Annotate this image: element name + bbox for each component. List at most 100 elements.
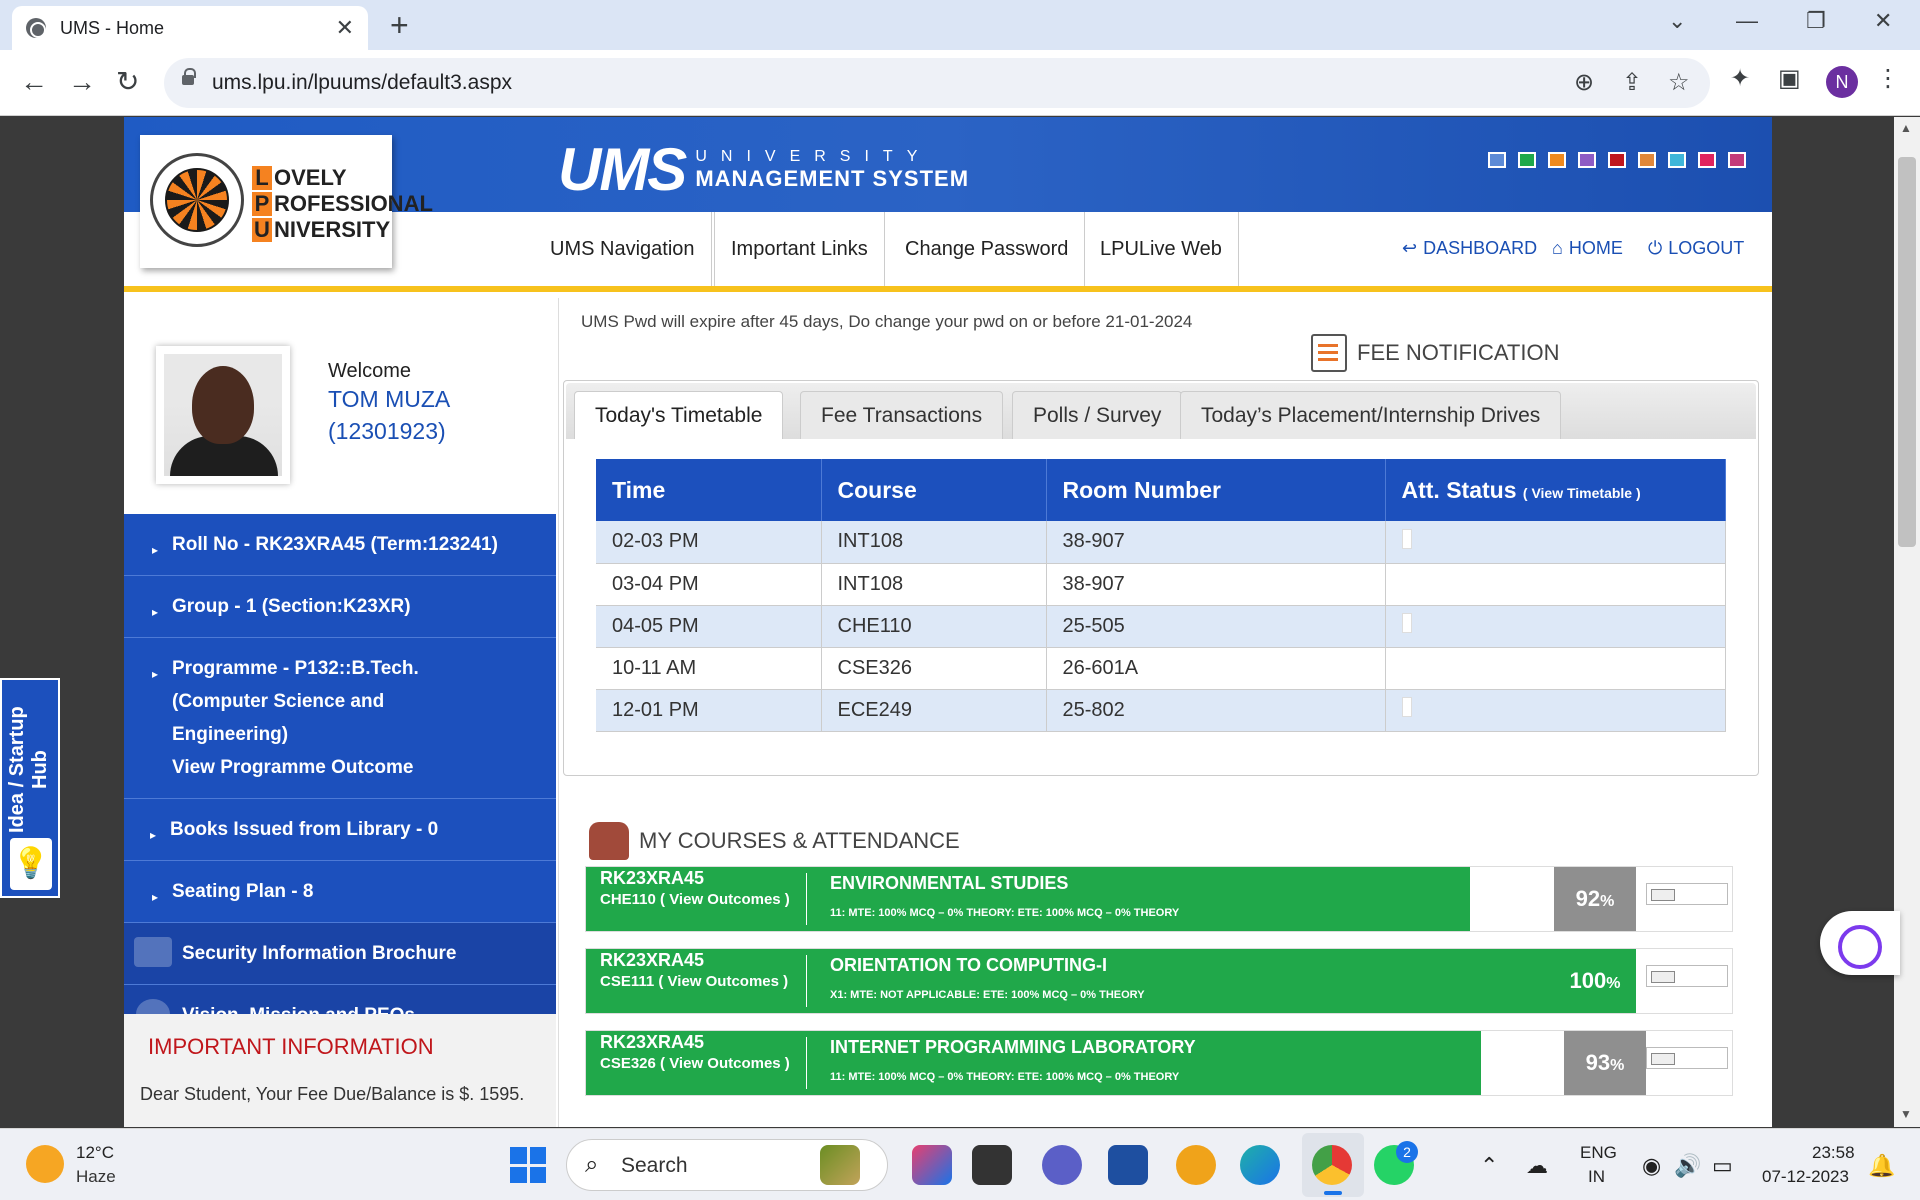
scroll-up-icon[interactable]: ▲ (1900, 121, 1912, 135)
lpu-logo[interactable]: L OVELY P ROFESSIONAL U NIVERSITY (140, 135, 433, 268)
view-programme-outcome-link[interactable]: View Programme Outcome (172, 751, 540, 784)
chatbot-button[interactable] (1820, 911, 1900, 975)
sidebar-item-group[interactable]: ▸ Group - 1 (Section:K23XR) (124, 576, 556, 638)
app-icon[interactable] (1176, 1145, 1216, 1185)
lpu-word: OVELY (274, 165, 347, 190)
theme-swatch[interactable] (1698, 152, 1716, 168)
language-code[interactable]: ENG (1580, 1143, 1617, 1163)
clock-date[interactable]: 07-12-2023 (1762, 1167, 1849, 1187)
theme-swatch[interactable] (1638, 152, 1656, 168)
region-code[interactable]: IN (1588, 1167, 1605, 1187)
sidebar-item-books[interactable]: ▸ Books Issued from Library - 0 (124, 799, 556, 861)
page-scrollbar[interactable]: ▲ ▼ (1894, 117, 1920, 1127)
browser-tab[interactable]: UMS - Home ✕ (12, 6, 368, 50)
store-icon[interactable] (1108, 1145, 1148, 1185)
theme-swatch[interactable] (1728, 152, 1746, 168)
nav-lpulive-web[interactable]: LPULive Web (1084, 212, 1239, 286)
fee-notification-link[interactable]: FEE NOTIFICATION (1311, 334, 1559, 372)
chrome-icon[interactable] (1312, 1145, 1352, 1185)
tab-fee-transactions[interactable]: Fee Transactions (800, 391, 1004, 439)
nav-important-links[interactable]: Important Links (714, 212, 885, 286)
view-outcomes-link[interactable]: CHE110 ( View Outcomes ) (600, 889, 790, 911)
windows-start-icon[interactable] (510, 1147, 546, 1183)
home-link[interactable]: ⌂ HOME (1552, 238, 1623, 259)
tab-placement-drives[interactable]: Today’s Placement/Internship Drives (1180, 391, 1562, 439)
ums-logo[interactable]: UMS UNIVERSITY MANAGEMENT SYSTEM (558, 135, 969, 204)
theme-swatch[interactable] (1608, 152, 1626, 168)
zoom-icon[interactable]: ⊕ (1574, 68, 1594, 97)
address-bar[interactable]: ums.lpu.in/lpuums/default3.aspx ⊕ ⇪ ☆ (164, 58, 1710, 108)
share-icon[interactable]: ⇪ (1622, 68, 1642, 97)
course-exam-scheme: 11: MTE: 100% MCQ – 0% THEORY: ETE: 100%… (830, 1071, 1180, 1083)
attendance-bar (1646, 883, 1728, 905)
clock-time[interactable]: 23:58 (1812, 1143, 1855, 1163)
chevron-up-icon[interactable]: ⌃ (1480, 1153, 1498, 1179)
new-tab-button[interactable]: + (390, 8, 409, 42)
course-card[interactable]: RK23XRA45 CSE326 ( View Outcomes ) INTERN… (585, 1030, 1733, 1096)
sidebar-item-programme[interactable]: ▸ Programme - P132::B.Tech. (Computer Sc… (124, 638, 556, 799)
forward-icon[interactable]: → (68, 66, 96, 98)
table-row: 02-03 PM INT108 38-907 (596, 521, 1726, 564)
power-icon: ⏻ (1648, 238, 1663, 258)
back-icon[interactable]: ← (20, 66, 48, 98)
copilot-icon[interactable] (912, 1145, 952, 1185)
onedrive-icon[interactable]: ☁ (1526, 1153, 1548, 1179)
theme-swatch[interactable] (1548, 152, 1566, 168)
left-panel: Welcome TOM MUZA (12301923) ▸ Roll No - R… (124, 298, 556, 1127)
bookmark-star-icon[interactable]: ☆ (1668, 68, 1690, 97)
scroll-thumb[interactable] (1898, 157, 1916, 547)
ums-subtitle-2: MANAGEMENT SYSTEM (695, 165, 970, 191)
extensions-icon[interactable]: ✦ (1730, 64, 1750, 93)
url-text[interactable]: ums.lpu.in/lpuums/default3.aspx (212, 71, 512, 95)
sidebar-item-security[interactable]: Security Information Brochure (124, 923, 556, 985)
wifi-icon[interactable]: ◉ (1642, 1153, 1661, 1179)
scroll-down-icon[interactable]: ▼ (1900, 1107, 1912, 1121)
side-panel-icon[interactable]: ▣ (1778, 64, 1801, 93)
sidebar-item-seating[interactable]: ▸ Seating Plan - 8 (124, 861, 556, 923)
minimize-icon[interactable]: — (1736, 8, 1758, 34)
course-card[interactable]: RK23XRA45 CSE111 ( View Outcomes ) ORIENT… (585, 948, 1733, 1014)
volume-icon[interactable]: 🔊 (1674, 1153, 1701, 1179)
logout-link[interactable]: ⏻ LOGOUT (1648, 238, 1744, 259)
notification-bell-icon[interactable]: 🔔 (1868, 1153, 1895, 1179)
theme-swatch[interactable] (1488, 152, 1506, 168)
column-header: Time (596, 459, 822, 521)
nav-change-password[interactable]: Change Password (889, 212, 1086, 286)
brochure-icon (134, 937, 172, 967)
dashboard-link[interactable]: ↩ DASHBOARD (1402, 238, 1537, 259)
task-view-icon[interactable] (972, 1145, 1012, 1185)
view-outcomes-link[interactable]: CSE326 ( View Outcomes ) (600, 1053, 790, 1075)
search-icon: ⌕ (585, 1151, 599, 1178)
view-timetable-link[interactable]: ( View Timetable ) (1523, 485, 1641, 501)
close-tab-icon[interactable]: ✕ (336, 15, 354, 41)
browser-menu-icon[interactable]: ⋮ (1876, 64, 1900, 93)
theme-swatch[interactable] (1578, 152, 1596, 168)
status-marker (1401, 613, 1412, 633)
theme-swatches (1488, 152, 1746, 168)
tab-todays-timetable[interactable]: Today's Timetable (574, 391, 784, 439)
profile-avatar[interactable]: N (1826, 66, 1858, 98)
temperature[interactable]: 12°C (76, 1143, 114, 1163)
sidebar-item-roll[interactable]: ▸ Roll No - RK23XRA45 (Term:123241) (124, 514, 556, 576)
tab-search-icon[interactable]: ⌄ (1668, 8, 1686, 34)
teams-icon[interactable] (1042, 1145, 1082, 1185)
edge-icon[interactable] (1240, 1145, 1280, 1185)
room-cell: 25-505 (1046, 605, 1386, 648)
nav-ums-navigation[interactable]: UMS Navigation (534, 212, 712, 286)
battery-icon[interactable]: ▭ (1712, 1153, 1733, 1179)
theme-swatch[interactable] (1668, 152, 1686, 168)
course-card[interactable]: RK23XRA45 CHE110 ( View Outcomes ) ENVIRO… (585, 866, 1733, 932)
weather-condition[interactable]: Haze (76, 1167, 116, 1187)
table-row: 10-11 AM CSE326 26-601A (596, 647, 1726, 690)
restore-icon[interactable]: ❐ (1806, 8, 1826, 34)
attendance-percent: 100% (1554, 949, 1636, 1013)
reload-icon[interactable]: ↻ (116, 66, 139, 98)
view-outcomes-link[interactable]: CSE111 ( View Outcomes ) (600, 971, 788, 993)
lock-icon[interactable] (182, 68, 196, 85)
weather-icon[interactable] (26, 1145, 64, 1183)
theme-swatch[interactable] (1518, 152, 1536, 168)
close-window-icon[interactable]: ✕ (1874, 8, 1892, 34)
tab-polls-survey[interactable]: Polls / Survey (1012, 391, 1183, 439)
startup-hub-tab[interactable]: Idea / Startup Hub 💡 (0, 678, 60, 898)
widgets-icon[interactable] (820, 1145, 860, 1185)
